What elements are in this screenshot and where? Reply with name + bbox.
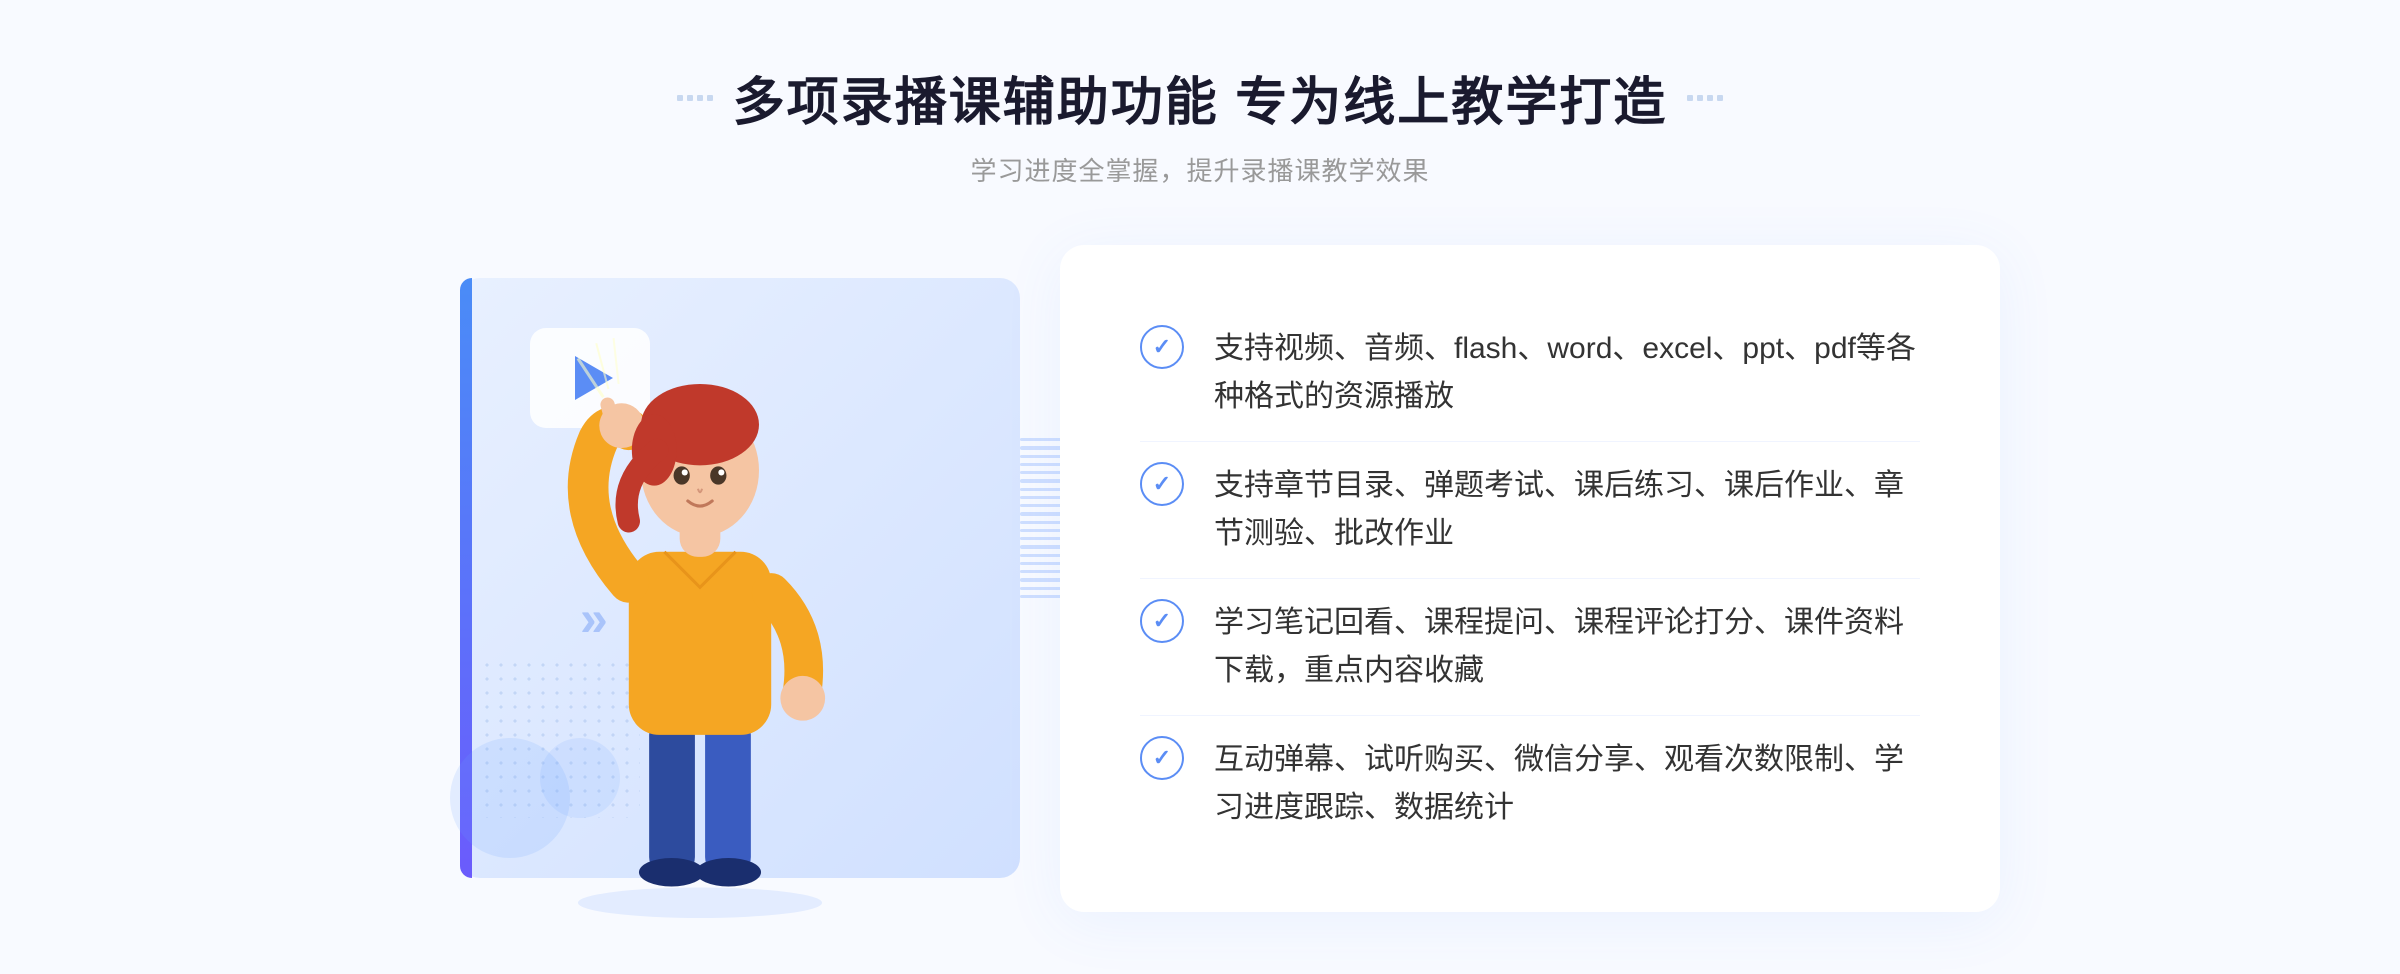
header-section: 多项录播课辅助功能 专为线上教学打造 学习进度全掌握，提升录播课教学效果: [677, 60, 1723, 188]
deco-dot: [677, 95, 683, 101]
feature-item-2: ✓ 支持章节目录、弹题考试、课后练习、课后作业、章节测验、批改作业: [1140, 442, 1920, 579]
main-title: 多项录播课辅助功能 专为线上教学打造: [733, 60, 1667, 135]
features-panel: ✓ 支持视频、音频、flash、word、excel、ppt、pdf等各种格式的…: [1060, 245, 2000, 912]
check-icon-4: ✓: [1140, 736, 1184, 780]
content-section: » ✓ 支持视频、音频、flash、word、excel、ppt、pdf等各种格…: [400, 238, 2000, 918]
check-icon-3: ✓: [1140, 599, 1184, 643]
check-icon-1: ✓: [1140, 325, 1184, 369]
feature-text-2: 支持章节目录、弹题考试、课后练习、课后作业、章节测验、批改作业: [1214, 462, 1920, 558]
deco-dot: [1707, 95, 1713, 101]
feature-item-1: ✓ 支持视频、音频、flash、word、excel、ppt、pdf等各种格式的…: [1140, 305, 1920, 442]
left-chevron-icon: »: [580, 590, 608, 648]
title-decorator-right: [1687, 95, 1723, 101]
feature-text-3: 学习笔记回看、课程提问、课程评论打分、课件资料下载，重点内容收藏: [1214, 599, 1920, 695]
deco-dot: [697, 95, 703, 101]
checkmark-4: ✓: [1153, 747, 1171, 769]
illustration-container: [400, 238, 1080, 918]
deco-dot: [707, 95, 713, 101]
checkmark-1: ✓: [1153, 336, 1171, 358]
checkmark-3: ✓: [1153, 610, 1171, 632]
title-decorator-left: [677, 95, 713, 101]
feature-text-1: 支持视频、音频、flash、word、excel、ppt、pdf等各种格式的资源…: [1214, 325, 1920, 421]
deco-dot: [1717, 95, 1723, 101]
page-container: 多项录播课辅助功能 专为线上教学打造 学习进度全掌握，提升录播课教学效果: [0, 0, 2400, 974]
feature-item-3: ✓ 学习笔记回看、课程提问、课程评论打分、课件资料下载，重点内容收藏: [1140, 579, 1920, 716]
deco-dot: [1697, 95, 1703, 101]
feature-text-4: 互动弹幕、试听购买、微信分享、观看次数限制、学习进度跟踪、数据统计: [1214, 736, 1920, 832]
person-illustration: [500, 328, 900, 918]
check-icon-2: ✓: [1140, 462, 1184, 506]
checkmark-2: ✓: [1153, 473, 1171, 495]
subtitle: 学习进度全掌握，提升录播课教学效果: [970, 151, 1429, 188]
deco-dot: [1687, 95, 1693, 101]
title-row: 多项录播课辅助功能 专为线上教学打造: [677, 60, 1723, 135]
deco-dot: [687, 95, 693, 101]
feature-item-4: ✓ 互动弹幕、试听购买、微信分享、观看次数限制、学习进度跟踪、数据统计: [1140, 716, 1920, 852]
